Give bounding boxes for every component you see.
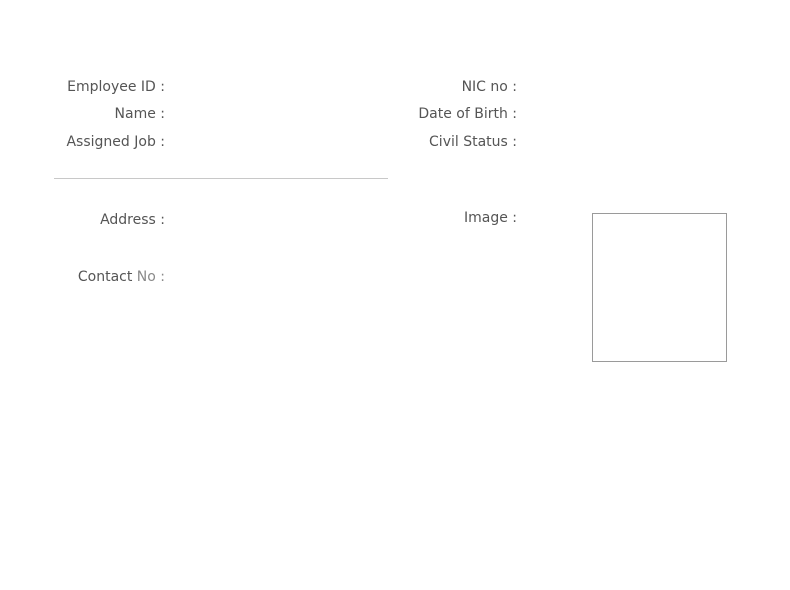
employee-id-label: Employee ID : xyxy=(67,79,165,95)
civil-status-label: Civil Status : xyxy=(429,134,517,150)
employee-details-panel: Employee ID : Name : Assigned Job : NIC … xyxy=(0,0,790,590)
contact-label-suffix: No : xyxy=(136,269,165,285)
image-label: Image : xyxy=(463,210,517,226)
assigned-job-label: Assigned Job : xyxy=(66,134,165,150)
employee-image-box[interactable] xyxy=(592,213,727,362)
contact-no-label: Contact No : xyxy=(40,268,165,286)
date-of-birth-label: Date of Birth : xyxy=(418,106,517,122)
address-label: Address : xyxy=(100,212,165,228)
name-label: Name : xyxy=(114,106,165,122)
contact-label-main: Contact xyxy=(77,269,137,285)
section-divider xyxy=(54,178,388,179)
nic-label: NIC no : xyxy=(461,79,517,95)
